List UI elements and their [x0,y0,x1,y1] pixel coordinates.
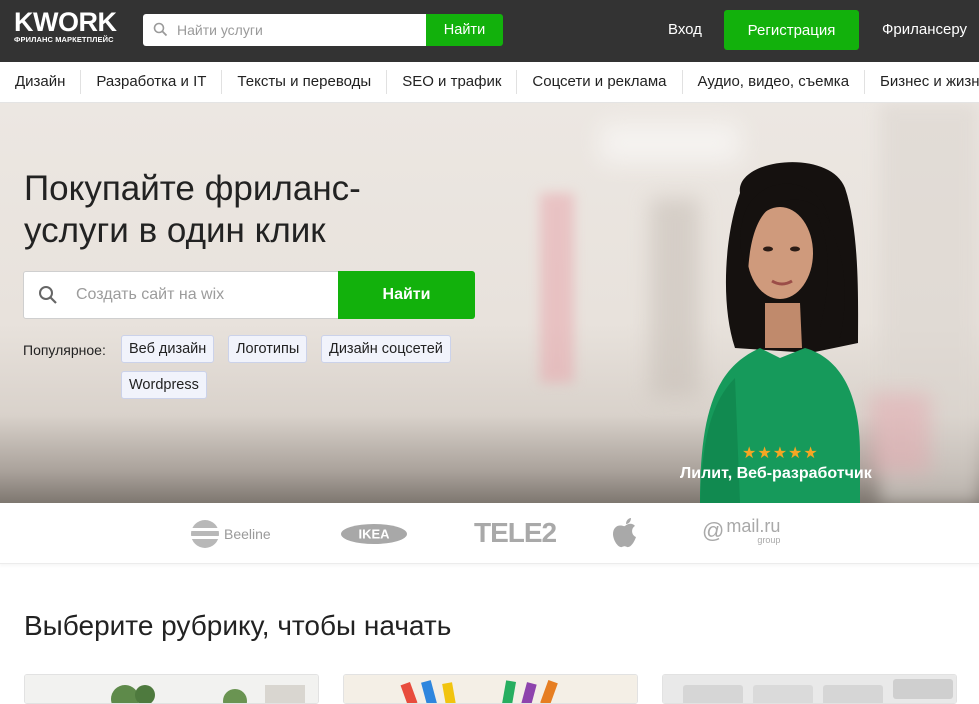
hero-title: Покупайте фриланс-услуги в один клик [24,169,361,250]
header-search [143,14,427,46]
category-nav: Дизайн Разработка и IT Тексты и переводы… [0,62,979,103]
mailru-name: mail.ru [726,516,781,536]
freelancer-link[interactable]: Фрилансеру [882,21,967,38]
rating-stars: ★★★★★ [742,445,819,462]
mailru-logo-icon: @ mail.ru group [702,516,781,545]
beeline-name: Beeline [224,526,271,542]
top-header: KWORK ФРИЛАНС МАРКЕТПЛЕЙС Найти Вход Рег… [0,0,979,62]
rubric-card-image [344,675,637,703]
tele2-name: TELE2 [474,517,557,548]
popular-tag-logos[interactable]: Логотипы [228,335,308,363]
tele2-logo-icon: TELE2 [474,517,557,549]
ikea-name: IKEA [358,527,390,542]
rubric-card-1[interactable] [24,674,319,704]
rubric-card-2[interactable] [343,674,638,704]
popular-tag-wordpress[interactable]: Wordpress [121,371,207,399]
rubric-card-image [663,675,956,703]
hero-search-button[interactable]: Найти [338,271,475,319]
category-social[interactable]: Соцсети и реклама [517,70,683,94]
category-design[interactable]: Дизайн [0,70,82,94]
section-title: Выберите рубрику, чтобы начать [24,610,452,641]
freelancer-caption: Лилит, Веб-разработчик [680,465,872,482]
rubric-card-3[interactable] [662,674,957,704]
header-search-button[interactable]: Найти [426,14,503,46]
category-audio-video[interactable]: Аудио, видео, съемка [683,70,866,94]
kwork-logo[interactable]: KWORK ФРИЛАНС МАРКЕТПЛЕЙС [14,8,132,44]
hero-search [23,271,339,319]
register-button[interactable]: Регистрация [724,10,859,50]
ikea-logo-icon: IKEA [340,523,408,545]
category-business[interactable]: Бизнес и жизнь [865,70,979,94]
header-search-input[interactable] [177,14,417,46]
hero-banner: Покупайте фриланс-услуги в один клик Най… [0,103,979,503]
category-texts[interactable]: Тексты и переводы [222,70,388,94]
apple-logo-icon [612,517,638,549]
category-development[interactable]: Разработка и IT [81,70,223,94]
category-seo[interactable]: SEO и трафик [387,70,518,94]
rubric-card-image [25,675,318,703]
popular-tag-web-design[interactable]: Веб дизайн [121,335,215,363]
popular-tag-social-design[interactable]: Дизайн соцсетей [321,335,451,363]
hero-background-pink-blur [540,193,574,383]
mailru-group: group [757,535,781,545]
beeline-logo-icon: Beeline [190,519,271,549]
hero-search-input[interactable] [76,272,332,318]
login-link[interactable]: Вход [668,21,702,38]
popular-label: Популярное: [23,342,106,358]
search-icon [153,22,168,42]
search-icon [38,285,58,310]
logo-wordmark: KWORK [14,7,117,37]
client-logos-strip: Beeline IKEA TELE2 @ mail.ru group [0,503,979,564]
